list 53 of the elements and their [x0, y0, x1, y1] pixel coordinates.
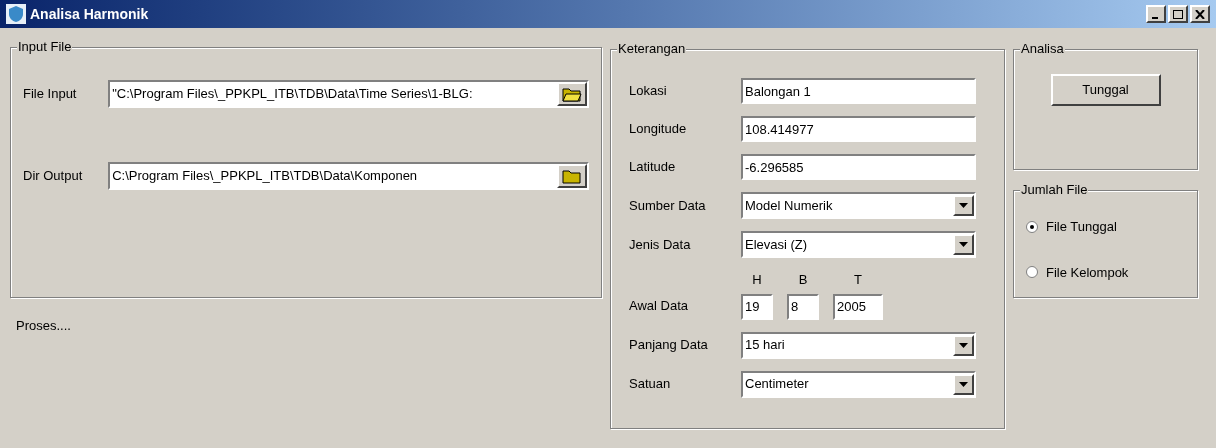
dropdown-value: Model Numerik [744, 196, 834, 215]
dropdown[interactable]: Centimeter [741, 370, 976, 398]
field-label: Sumber Data [629, 196, 707, 215]
maximize-button[interactable] [1168, 5, 1188, 23]
maximize-icon [1173, 9, 1183, 19]
folder-icon [562, 86, 582, 102]
close-button[interactable] [1190, 5, 1210, 23]
path-value: C:\Program Files\_PPKPL_ITB\TDB\Data\Komponen [111, 167, 419, 186]
date-heading: B [798, 271, 808, 289]
radio-option[interactable]: File Kelompok [1026, 262, 1197, 282]
radio-label: File Kelompok [1046, 263, 1129, 282]
date-heading: H [752, 271, 762, 289]
text-field[interactable]: -6.296585 [741, 154, 976, 180]
text-field[interactable]: 108.414977 [741, 116, 976, 142]
minimize-button[interactable] [1146, 5, 1166, 23]
analyze-button[interactable]: Tunggal [1050, 74, 1161, 106]
path-field[interactable]: "C:\Program Files\_PPKPL_ITB\TDB\Data\Time Series\1-BLG: [108, 80, 589, 108]
field-label: Awal Data [629, 297, 689, 315]
dropdown[interactable]: 15 hari [741, 331, 976, 359]
field-label: Lokasi [629, 81, 668, 100]
dropdown[interactable]: Elevasi (Z) [741, 231, 976, 258]
app-shield-icon [6, 4, 26, 24]
status-text: Proses.... [16, 317, 72, 335]
dropdown-value: Centimeter [744, 375, 810, 394]
path-value: "C:\Program Files\_PPKPL_ITB\TDB\Data\Time Series\1-BLG: [111, 85, 474, 104]
field-label: File Input [23, 85, 78, 104]
date-field[interactable]: 19 [741, 293, 773, 320]
field-label: Dir Output [23, 167, 84, 186]
date-field[interactable]: 8 [787, 293, 819, 320]
radio-button[interactable] [1026, 220, 1038, 233]
field-label: Latitude [629, 157, 677, 176]
field-label: Jenis Data [629, 235, 692, 254]
field-label: Panjang Data [629, 336, 709, 354]
field-label: Satuan [629, 375, 672, 393]
dropdown-value: Elevasi (Z) [744, 235, 809, 254]
window-title: Analisa Harmonik [30, 4, 150, 24]
folder-icon [562, 168, 582, 184]
radio-label: File Tunggal [1046, 218, 1117, 236]
path-field[interactable]: C:\Program Files\_PPKPL_ITB\TDB\Data\Komponen [108, 162, 589, 190]
field-label: Longitude [629, 119, 688, 138]
dropdown-value: 15 hari [744, 336, 786, 355]
browse-button[interactable] [557, 164, 587, 188]
minimize-icon [1152, 16, 1158, 19]
date-field[interactable]: 2005 [833, 293, 883, 320]
radio-button[interactable] [1026, 266, 1038, 279]
close-icon [1195, 9, 1205, 19]
text-field[interactable]: Balongan 1 [741, 78, 976, 104]
date-heading: T [854, 271, 862, 289]
browse-button[interactable] [557, 82, 587, 106]
dropdown[interactable]: Model Numerik [741, 192, 976, 219]
radio-option[interactable]: File Tunggal [1026, 217, 1197, 237]
group-title: Input File [17, 39, 73, 55]
group-title: Keterangan [617, 41, 687, 57]
